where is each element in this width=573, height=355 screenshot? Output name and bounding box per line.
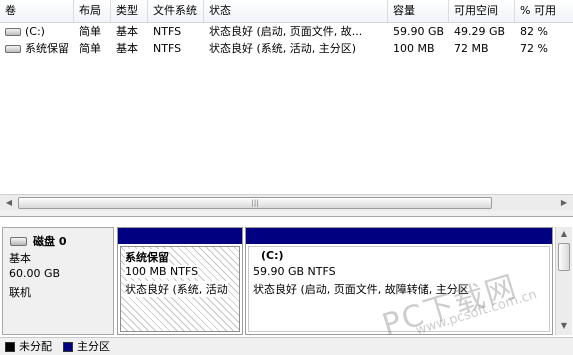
status-cell: 状态良好 (启动, 页面文件, 故... [209,25,363,38]
legend-swatch-unallocated [5,342,15,352]
percent-free-cell: 72 % [520,42,548,55]
table-row[interactable]: (C:) 简单 基本 NTFS 状态良好 (启动, 页面文件, 故... 59.… [0,23,573,40]
drive-icon [5,28,21,36]
column-header-percent-free[interactable]: % 可用 [515,0,573,22]
column-header-filesystem[interactable]: 文件系统 [148,0,204,22]
partition-body: 系统保留 100 MB NTFS 状态良好 (系统, 活动 [120,246,240,332]
partition-status: 状态良好 (系统, 活动 [125,281,228,297]
status-cell: 状态良好 (系统, 活动, 主分区) [209,42,357,55]
volume-name: (C:) [25,25,45,38]
column-header-capacity[interactable]: 容量 [388,0,449,22]
grip-icon: ||| [251,199,259,207]
free-space-cell: 72 MB [454,42,489,55]
disk-type: 基本 [9,252,31,265]
column-header-status[interactable]: 状态 [204,0,388,22]
volume-name: 系统保留 [25,42,69,55]
volume-cell: (C:) [0,23,74,40]
layout-cell: 简单 [79,42,101,55]
type-cell: 基本 [116,25,138,38]
partition-c[interactable]: (C:) 59.90 GB NTFS 状态良好 (启动, 页面文件, 故障转储,… [245,227,553,335]
legend-swatch-primary [63,342,73,352]
column-header-layout[interactable]: 布局 [74,0,111,22]
column-header-type[interactable]: 类型 [111,0,148,22]
filesystem-cell: NTFS [153,42,182,55]
disk-state: 联机 [9,286,31,299]
primary-partition-bar [246,228,552,244]
percent-free-cell: 82 % [520,25,548,38]
vertical-scrollbar[interactable]: ▲ ▼ [555,227,572,335]
legend-label-unallocated: 未分配 [19,340,52,353]
column-header-row: 卷 布局 类型 文件系统 状态 容量 可用空间 % 可用 [0,0,573,23]
legend-label-primary: 主分区 [77,340,110,353]
arrow-up-icon[interactable]: ▲ [556,227,572,241]
column-header-free-space[interactable]: 可用空间 [449,0,515,22]
disk-map: 磁盘 0 基本 60.00 GB 联机 系统保留 100 MB NTFS 状态良… [0,217,573,337]
column-header-volume[interactable]: 卷 [0,0,74,22]
partition-title: 系统保留 [125,249,169,265]
arrow-right-icon[interactable]: ▶ [556,196,572,210]
volume-cell: 系统保留 [0,40,74,57]
disk-icon [10,237,27,246]
disk-name: 磁盘 0 [33,235,67,248]
horizontal-scrollbar[interactable]: ◀ ||| ▶ [0,194,573,211]
disk-size: 60.00 GB [9,267,61,280]
arrow-down-icon[interactable]: ▼ [556,319,572,333]
layout-cell: 简单 [79,25,101,38]
table-row[interactable]: 系统保留 简单 基本 NTFS 状态良好 (系统, 活动, 主分区) 100 M… [0,40,573,57]
legend-bar: 未分配 主分区 [0,337,573,355]
free-space-cell: 49.29 GB [454,25,506,38]
type-cell: 基本 [116,42,138,55]
partition-title: (C:) [261,249,284,262]
primary-partition-bar [118,228,242,244]
partition-size: 100 MB NTFS [125,265,199,278]
disk-info[interactable]: 磁盘 0 基本 60.00 GB 联机 [2,227,114,335]
capacity-cell: 100 MB [393,42,435,55]
partition-body: (C:) 59.90 GB NTFS 状态良好 (启动, 页面文件, 故障转储,… [248,246,550,332]
vertical-scroll-thumb[interactable] [558,243,570,271]
drive-icon [5,45,21,53]
partition-status: 状态良好 (启动, 页面文件, 故障转储, 主分区 [253,283,469,296]
partition-system-reserved[interactable]: 系统保留 100 MB NTFS 状态良好 (系统, 活动 [117,227,243,335]
capacity-cell: 59.90 GB [393,25,445,38]
filesystem-cell: NTFS [153,25,182,38]
volume-list: 卷 布局 类型 文件系统 状态 容量 可用空间 % 可用 (C:) 简单 基本 … [0,0,573,211]
partition-size: 59.90 GB NTFS [253,265,336,278]
horizontal-scroll-thumb[interactable]: ||| [18,197,492,209]
arrow-left-icon[interactable]: ◀ [1,196,17,210]
